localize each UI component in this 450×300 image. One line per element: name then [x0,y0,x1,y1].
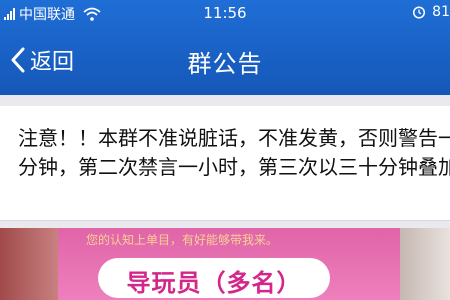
poster-frame-left [0,228,58,300]
status-bar: 中国联通 11:56 81 [0,0,450,26]
poster-label: 导玩员（多名） [126,269,302,297]
poster-banner: 您的认知上单目，有好能够带我来。 导玩员（多名） [58,228,400,300]
nav-bar: 返回 群公告 [0,36,450,84]
battery-level: 81 [432,4,450,20]
poster-image[interactable]: 您的认知上单目，有好能够带我来。 导玩员（多名） [0,228,450,300]
app-screen: 中国联通 11:56 81 返回 群公告 注意！！本群不准说脏话，不准发黄，否则… [0,0,450,300]
header: 中国联通 11:56 81 返回 群公告 [0,0,450,95]
announcement-text: 注意！！本群不准说脏话，不准发黄，否则警告一次禁言30分钟，第二次禁言一小时，第… [18,126,450,179]
poster-subtitle: 您的认知上单目，有好能够带我来。 [86,233,279,247]
announcement-card[interactable]: 注意！！本群不准说脏话，不准发黄，否则警告一次禁言30分钟，第二次禁言一小时，第… [0,106,450,220]
clock: 11:56 [203,4,247,22]
poster-frame-right [400,228,450,300]
page-title: 群公告 [187,50,263,78]
alarm-icon [413,6,426,19]
status-right: 81 [412,4,450,20]
poster-label-pill: 导玩员（多名） [98,258,330,298]
announcement-clip: 注意！！本群不准说脏话，不准发黄，否则警告一次禁言30分钟，第二次禁言一小时，第… [0,106,450,220]
